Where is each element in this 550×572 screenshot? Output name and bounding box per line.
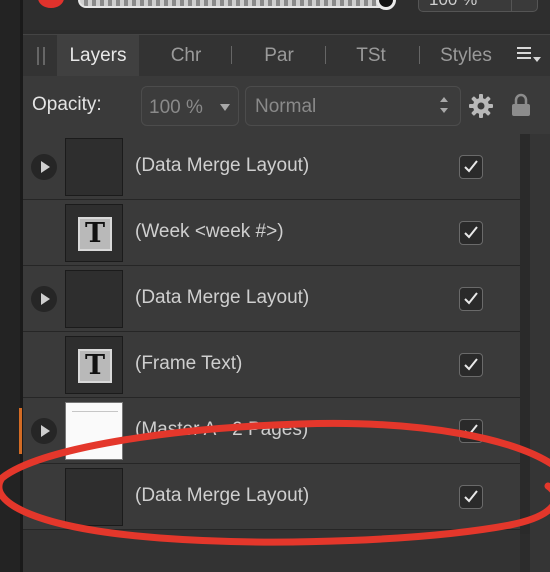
list-empty-area	[23, 530, 520, 572]
lock-icon[interactable]	[510, 93, 532, 117]
tab-par[interactable]: Par	[253, 35, 305, 77]
layer-row[interactable]: T (Frame Text)	[23, 332, 520, 398]
visibility-checkbox[interactable]	[459, 155, 483, 179]
tab-separator	[419, 46, 420, 64]
chevron-down-icon	[220, 104, 230, 111]
layer-row[interactable]: (Data Merge Layout)	[23, 266, 520, 332]
layer-name: (Data Merge Layout)	[135, 155, 310, 176]
panel-menu-icon[interactable]	[517, 47, 541, 63]
layer-name: (Frame Text)	[135, 353, 243, 374]
layer-row[interactable]: T (Week <week #>)	[23, 200, 520, 266]
layers-scrollbar[interactable]	[520, 134, 530, 534]
expand-arrow-icon[interactable]	[31, 154, 57, 180]
visibility-checkbox[interactable]	[459, 485, 483, 509]
panel-grip-handle[interactable]	[37, 47, 45, 65]
layer-options-bar: Opacity: 100 % Normal	[23, 76, 550, 134]
text-frame-icon: T	[78, 349, 112, 383]
gear-icon[interactable]	[468, 93, 494, 119]
expand-arrow-icon[interactable]	[31, 418, 57, 444]
selection-marker	[19, 408, 22, 454]
tab-styles[interactable]: Styles	[431, 35, 501, 77]
layer-row[interactable]: (Master A - 2 Pages)	[19, 398, 520, 464]
blend-mode-value: Normal	[255, 96, 317, 117]
opacity-label: Opacity:	[32, 94, 102, 115]
layer-name: (Data Merge Layout)	[135, 485, 310, 506]
visibility-checkbox[interactable]	[459, 353, 483, 377]
layer-thumbnail	[65, 402, 123, 460]
opacity-value: 100 %	[149, 97, 203, 118]
tab-tst[interactable]: TSt	[345, 35, 397, 77]
blend-mode-select[interactable]: Normal	[245, 86, 461, 126]
layer-name: (Master A - 2 Pages)	[135, 419, 309, 440]
tab-separator	[231, 46, 232, 64]
zoom-value: 100 %	[429, 0, 477, 9]
opacity-dropdown[interactable]: 100 %	[141, 86, 239, 126]
layer-thumbnail	[65, 468, 123, 526]
zoom-field[interactable]: 100 %	[418, 0, 538, 12]
layer-thumbnail	[65, 138, 123, 196]
page-line	[72, 411, 118, 412]
zoom-field-divider	[511, 0, 512, 11]
expand-arrow-icon[interactable]	[31, 286, 57, 312]
visibility-checkbox[interactable]	[459, 287, 483, 311]
layer-name: (Week <week #>)	[135, 221, 284, 242]
layers-list: (Data Merge Layout) T (Week <week #>) (D…	[19, 134, 520, 534]
left-gutter	[0, 0, 20, 572]
layer-thumbnail: T	[65, 336, 123, 394]
tab-chr[interactable]: Chr	[161, 35, 211, 77]
layer-thumbnail: T	[65, 204, 123, 262]
layer-row[interactable]: (Data Merge Layout)	[23, 464, 520, 530]
text-frame-icon: T	[78, 217, 112, 251]
zoom-slider[interactable]	[78, 0, 392, 8]
tab-separator	[325, 46, 326, 64]
stepper-down-icon	[440, 108, 448, 113]
visibility-checkbox[interactable]	[459, 221, 483, 245]
layer-thumbnail	[65, 270, 123, 328]
visibility-checkbox[interactable]	[459, 419, 483, 443]
layer-name: (Data Merge Layout)	[135, 287, 310, 308]
right-edge	[530, 134, 550, 572]
panel-tab-bar: Layers Chr Par TSt Styles	[23, 34, 550, 77]
layer-row[interactable]: (Data Merge Layout)	[23, 134, 520, 200]
tab-layers[interactable]: Layers	[57, 35, 139, 77]
stepper-up-icon	[440, 97, 448, 102]
